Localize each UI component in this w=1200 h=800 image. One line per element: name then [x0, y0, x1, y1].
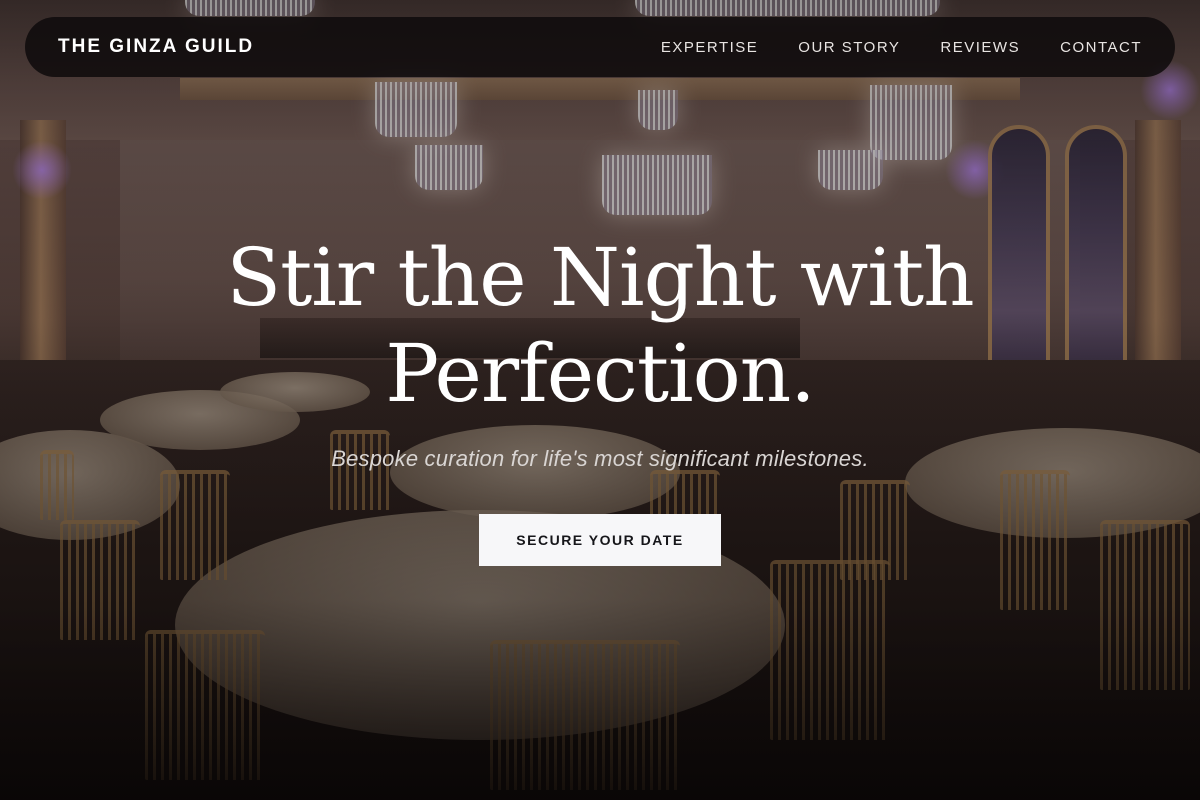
hero-section: Stir the Night with Perfection. Bespoke …: [0, 230, 1200, 566]
secure-your-date-button[interactable]: SECURE YOUR DATE: [479, 514, 721, 566]
nav-links: EXPERTISE OUR STORY REVIEWS CONTACT: [661, 39, 1142, 56]
hero-headline-line2: Perfection.: [385, 327, 815, 420]
hero-subtitle: Bespoke curation for life's most signifi…: [331, 446, 869, 471]
nav-link-expertise[interactable]: EXPERTISE: [661, 39, 758, 56]
nav-link-reviews[interactable]: REVIEWS: [940, 39, 1020, 56]
navbar: THE GINZA GUILD EXPERTISE OUR STORY REVI…: [25, 17, 1175, 77]
hero-headline-line1: Stir the Night with: [226, 231, 974, 324]
nav-link-contact[interactable]: CONTACT: [1060, 39, 1142, 56]
brand-logo[interactable]: THE GINZA GUILD: [58, 36, 254, 58]
nav-link-our-story[interactable]: OUR STORY: [798, 39, 900, 56]
hero-headline: Stir the Night with Perfection.: [150, 230, 1050, 422]
